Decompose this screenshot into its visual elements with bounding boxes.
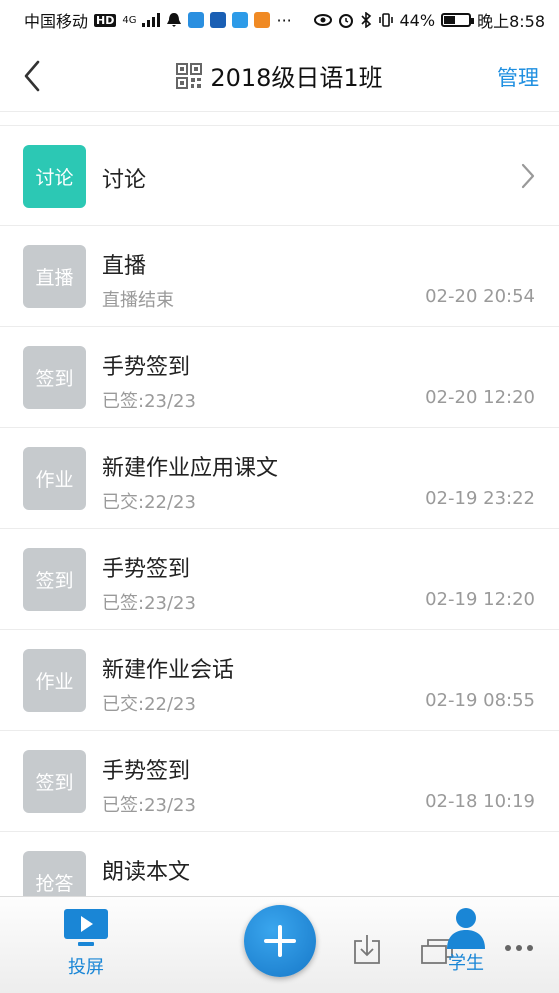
- activity-type-badge: 作业: [23, 447, 86, 510]
- signal-icon: [142, 13, 161, 27]
- screen-cast-icon: [64, 909, 108, 946]
- activity-title: 手势签到: [102, 557, 191, 582]
- eye-icon: [313, 14, 332, 26]
- page-title: 2018级日语1班: [210, 64, 383, 92]
- activity-title: 手势签到: [102, 355, 191, 380]
- activity-row[interactable]: 签到 手势签到已签:23/23 02-20 12:20: [0, 327, 559, 428]
- more-icon[interactable]: [505, 945, 533, 951]
- activity-row[interactable]: 签到 手势签到已签:23/23 02-19 12:20: [0, 529, 559, 630]
- app-notification-icon-4: [254, 12, 271, 28]
- activity-timestamp: 02-19 08:55: [425, 690, 535, 711]
- battery-percent: 44%: [399, 10, 436, 30]
- add-button[interactable]: [244, 905, 316, 977]
- activity-row[interactable]: 作业 新建作业会话已交:22/23 02-19 08:55: [0, 630, 559, 731]
- network-label: 4G: [122, 14, 137, 26]
- activity-timestamp: 02-20 12:20: [425, 387, 535, 408]
- activity-row[interactable]: 签到 手势签到已签:23/23 02-18 10:19: [0, 731, 559, 832]
- activity-type-badge: 签到: [23, 346, 86, 409]
- chevron-right-icon: [521, 163, 535, 189]
- clock: 晚上8:58: [477, 12, 545, 31]
- activity-timestamp: 02-19 23:22: [425, 488, 535, 509]
- activity-title: 新建作业应用课文: [102, 456, 279, 481]
- activity-status: 已签:23/23: [102, 795, 196, 816]
- activity-title: 朗读本文: [102, 860, 191, 885]
- app-notification-icon-2: [210, 12, 227, 28]
- vibrate-icon: [378, 13, 393, 27]
- more-dot: [516, 945, 522, 951]
- plus-icon: [264, 925, 296, 957]
- manage-button[interactable]: 管理: [497, 62, 539, 92]
- activity-title: 直播: [102, 254, 147, 279]
- activity-timestamp: 02-20 20:54: [425, 286, 535, 307]
- status-bar: 中国移动 HD 4G ··· 44% 晚上8:58: [0, 0, 559, 40]
- students-tab[interactable]: 学生: [444, 905, 488, 975]
- students-label: 学生: [448, 953, 484, 974]
- activity-row[interactable]: 直播 直播 直播结束 02-20 20:54: [0, 226, 559, 327]
- activity-timestamp: 02-18 10:19: [425, 791, 535, 812]
- alarm-icon: [338, 14, 353, 28]
- activity-timestamp: 02-19 12:20: [425, 589, 535, 610]
- more-notifications-label: ···: [276, 10, 292, 30]
- hd-badge: HD: [94, 13, 117, 27]
- activity-title: 手势签到: [102, 759, 191, 784]
- activity-status: 已交:22/23: [102, 492, 196, 513]
- discussion-row[interactable]: 讨论 讨论: [0, 126, 559, 226]
- carrier-label: 中国移动: [24, 12, 89, 31]
- activity-type-badge: 签到: [23, 750, 86, 813]
- activity-type-badge: 抢答: [23, 851, 86, 896]
- discussion-badge: 讨论: [23, 145, 86, 208]
- more-dot: [505, 945, 511, 951]
- qr-code-icon[interactable]: [176, 62, 203, 89]
- activity-list: 讨论 讨论 直播 直播 直播结束 02-20 20:54 签到 手势签到 已签:23/23 0…: [0, 112, 559, 896]
- activity-row[interactable]: 作业 新建作业应用课文已交:22/23 02-19 23:22: [0, 428, 559, 529]
- bottom-bar: 投屏 学生: [0, 896, 559, 993]
- activity-status: 直播结束: [102, 290, 174, 311]
- download-icon[interactable]: [352, 933, 382, 965]
- app-header: 2018级日语1班 管理: [0, 40, 559, 112]
- activity-title: 新建作业会话: [102, 658, 235, 683]
- screen-cast-tab[interactable]: 投屏: [62, 907, 110, 979]
- app-notification-icon-1: [188, 12, 205, 28]
- screen-cast-label: 投屏: [68, 957, 104, 978]
- notification-bell-icon: [167, 13, 182, 27]
- bluetooth-icon: [360, 12, 371, 28]
- more-dot: [527, 945, 533, 951]
- activity-status: 已签:23/23: [102, 391, 196, 412]
- student-person-icon: [447, 908, 485, 949]
- activity-type-badge: 签到: [23, 548, 86, 611]
- list-top-gap: [0, 112, 559, 126]
- battery-icon: [441, 13, 475, 27]
- activity-type-badge: 作业: [23, 649, 86, 712]
- activity-row[interactable]: 抢答 朗读本文: [0, 832, 559, 896]
- activity-status: 已交:22/23: [102, 694, 196, 715]
- discussion-title: 讨论: [102, 168, 147, 193]
- app-notification-icon-3: [232, 12, 249, 28]
- back-chevron-icon[interactable]: [18, 58, 48, 94]
- activity-type-badge: 直播: [23, 245, 86, 308]
- activity-status: 已签:23/23: [102, 593, 196, 614]
